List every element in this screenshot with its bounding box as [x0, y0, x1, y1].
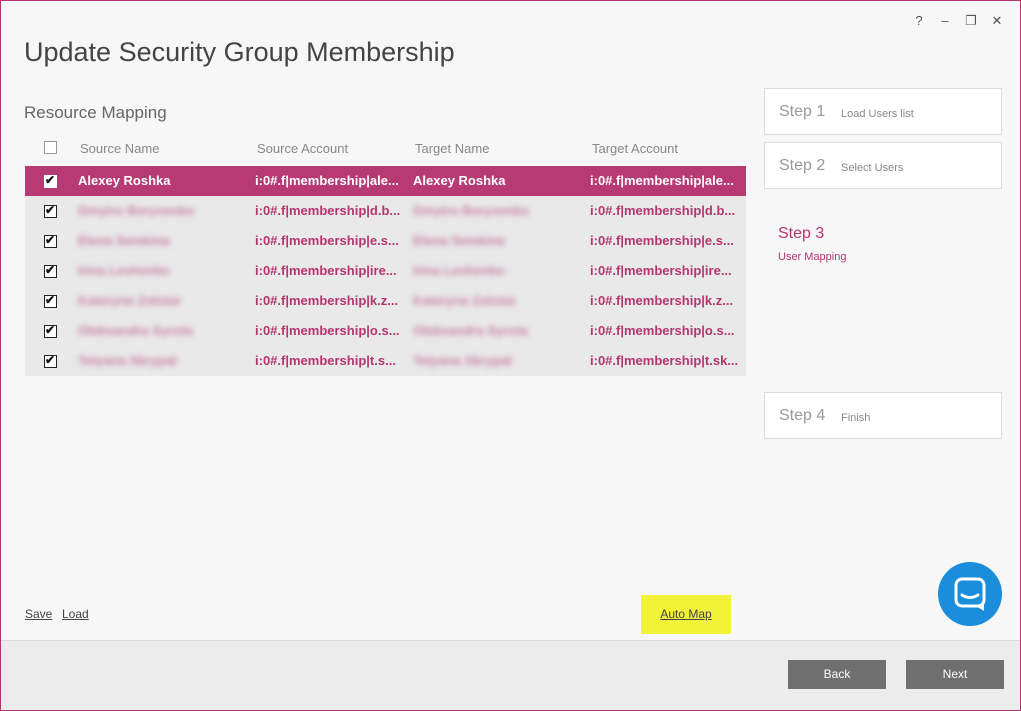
step-label: User Mapping: [778, 251, 847, 263]
column-target-name[interactable]: Target Name: [415, 141, 489, 156]
source-account-cell: i:0#.f|membership|o.s...: [255, 323, 400, 338]
column-source-name[interactable]: Source Name: [80, 141, 159, 156]
source-account-cell: i:0#.f|membership|t.s...: [255, 353, 396, 368]
source-account-cell: i:0#.f|membership|k.z...: [255, 293, 399, 308]
close-icon[interactable]: ✕: [987, 11, 1007, 31]
row-checkbox[interactable]: [44, 173, 57, 188]
wizard-step-2[interactable]: Step 2 Select Users: [764, 142, 1002, 189]
source-name-cell: Tetyana Skrypal: [78, 353, 177, 368]
select-all-checkbox[interactable]: [44, 141, 57, 154]
source-account-cell: i:0#.f|membership|ale...: [255, 173, 399, 188]
column-source-account[interactable]: Source Account: [257, 141, 348, 156]
step-number: Step 4: [779, 407, 826, 424]
wizard-step-4[interactable]: Step 4 Finish: [764, 392, 1002, 439]
target-account-cell: i:0#.f|membership|o.s...: [590, 323, 735, 338]
help-icon[interactable]: ?: [909, 11, 929, 31]
step-number: Step 3: [778, 225, 825, 242]
source-name-cell: Dmytro Borysenko: [78, 203, 195, 218]
table-row[interactable]: Irina Leshenko i:0#.f|membership|ire... Ir…: [25, 256, 746, 286]
save-link[interactable]: Save: [25, 607, 52, 621]
next-button[interactable]: Next: [906, 660, 1004, 689]
target-account-cell: i:0#.f|membership|e.s...: [590, 233, 734, 248]
row-checkbox[interactable]: [44, 203, 57, 218]
table-row[interactable]: Oleksandra Syrota i:0#.f|membership|o.s..…: [25, 316, 746, 346]
table-row[interactable]: Dmytro Borysenko i:0#.f|membership|d.b...…: [25, 196, 746, 226]
target-account-cell: i:0#.f|membership|d.b...: [590, 203, 736, 218]
step-label: Load Users list: [841, 108, 914, 120]
grid-header: Source Name Source Account Target Name T…: [25, 136, 746, 166]
chat-icon: [954, 577, 986, 611]
target-name-cell: Dmytro Borysenko: [413, 203, 530, 218]
target-name-cell: Alexey Roshka: [413, 173, 506, 188]
step-number: Step 1: [779, 103, 826, 120]
table-row[interactable]: Tetyana Skrypal i:0#.f|membership|t.s... T…: [25, 346, 746, 376]
source-name-cell: Elena Semkina: [78, 233, 170, 248]
page-title: Update Security Group Membership: [24, 37, 455, 67]
minimize-icon[interactable]: –: [935, 11, 955, 31]
footer-bar: Back Next: [1, 640, 1020, 710]
grid-rows: Alexey Roshka i:0#.f|membership|ale... Ale…: [25, 166, 746, 376]
source-name-cell: Irina Leshenko: [78, 263, 170, 278]
source-account-cell: i:0#.f|membership|ire...: [255, 263, 397, 278]
wizard-step-1[interactable]: Step 1 Load Users list: [764, 88, 1002, 135]
row-checkbox[interactable]: [44, 233, 57, 248]
back-button[interactable]: Back: [788, 660, 886, 689]
target-name-cell: Tetyana Skrypal: [413, 353, 512, 368]
target-name-cell: Kateryna Zolotar: [413, 293, 517, 308]
main-area: ? – ❐ ✕ Update Security Group Membership…: [1, 1, 1020, 640]
table-row[interactable]: Kateryna Zolotar i:0#.f|membership|k.z...…: [25, 286, 746, 316]
auto-map-button[interactable]: Auto Map: [641, 595, 731, 634]
row-checkbox[interactable]: [44, 323, 57, 338]
source-name-cell: Oleksandra Syrota: [78, 323, 193, 338]
wizard-step-3[interactable]: Step 3 User Mapping: [764, 211, 1000, 271]
source-account-cell: i:0#.f|membership|d.b...: [255, 203, 401, 218]
section-title: Resource Mapping: [24, 103, 167, 122]
column-target-account[interactable]: Target Account: [592, 141, 678, 156]
table-row[interactable]: Elena Semkina i:0#.f|membership|e.s... Ele…: [25, 226, 746, 256]
target-account-cell: i:0#.f|membership|t.sk...: [590, 353, 739, 368]
load-link[interactable]: Load: [62, 607, 89, 621]
target-name-cell: Elena Semkina: [413, 233, 505, 248]
step-label: Select Users: [841, 162, 904, 174]
row-checkbox[interactable]: [44, 293, 57, 308]
row-checkbox[interactable]: [44, 263, 57, 278]
chat-button[interactable]: [938, 562, 1002, 626]
restore-icon[interactable]: ❐: [961, 11, 981, 31]
dialog-window: ? – ❐ ✕ Update Security Group Membership…: [0, 0, 1021, 711]
target-account-cell: i:0#.f|membership|ale...: [590, 173, 734, 188]
mapping-grid: Source Name Source Account Target Name T…: [25, 136, 746, 376]
table-row[interactable]: Alexey Roshka i:0#.f|membership|ale... Ale…: [25, 166, 746, 196]
source-name-cell: Kateryna Zolotar: [78, 293, 182, 308]
source-account-cell: i:0#.f|membership|e.s...: [255, 233, 399, 248]
step-number: Step 2: [779, 157, 826, 174]
row-checkbox[interactable]: [44, 353, 57, 368]
source-name-cell: Alexey Roshka: [78, 173, 171, 188]
target-name-cell: Oleksandra Syrota: [413, 323, 528, 338]
target-name-cell: Irina Leshenko: [413, 263, 505, 278]
step-label: Finish: [841, 412, 871, 424]
target-account-cell: i:0#.f|membership|k.z...: [590, 293, 734, 308]
target-account-cell: i:0#.f|membership|ire...: [590, 263, 732, 278]
